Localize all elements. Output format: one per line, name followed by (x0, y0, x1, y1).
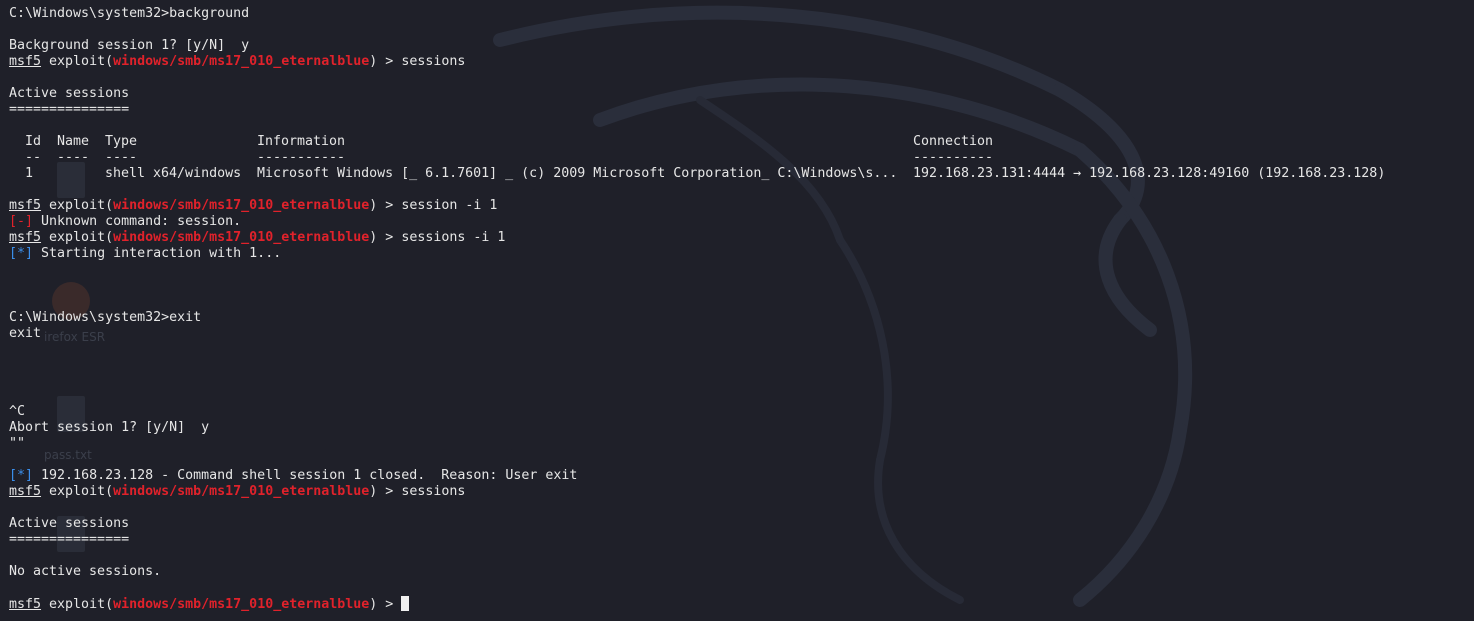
sessions-table-header: Id Name Type Information Connection (9, 134, 1385, 150)
msf-prompt-line: msf5 exploit(windows/smb/ms17_010_eterna… (9, 484, 466, 499)
msf-prompt-line: msf5 exploit(windows/smb/ms17_010_eterna… (9, 198, 498, 213)
command-text: session -i 1 (401, 198, 498, 213)
col-information: Information (257, 134, 346, 149)
info-line: [*] 192.168.23.128 - Command shell sessi… (9, 468, 578, 483)
col-id: Id (25, 134, 42, 149)
col-type: Type (105, 134, 138, 149)
output-line: exit (9, 326, 42, 341)
table-row: 1 shell x64/windows Microsoft Windows [_ 6… (9, 166, 1385, 182)
error-tag: [-] (9, 214, 34, 229)
col-connection: Connection (913, 134, 994, 149)
section-underline: =============== (9, 532, 130, 547)
terminal-output: C:\Windows\system32>background Backgroun… (9, 6, 1385, 612)
output-line: No active sessions. (9, 564, 162, 579)
info-tag: [*] (9, 246, 34, 261)
output-line: C:\Windows\system32>background (9, 6, 250, 21)
command-text: sessions (401, 54, 466, 69)
info-tag: [*] (9, 468, 34, 483)
error-line: [-] Unknown command: session. (9, 214, 242, 229)
sessions-table-underline: -- ---- ---- ----------- ---------- (25, 150, 994, 165)
section-underline: =============== (9, 102, 130, 117)
cell-type: shell x64/windows (105, 166, 242, 181)
output-line: ^C (9, 404, 26, 419)
cell-connection: 192.168.23.131:4444 → 192.168.23.128:491… (913, 166, 1386, 181)
output-line: Background session 1? [y/N] y (9, 38, 250, 53)
section-heading: Active sessions (9, 516, 130, 531)
section-heading: Active sessions (9, 86, 130, 101)
output-line: "" (9, 436, 26, 451)
cell-id: 1 (25, 166, 34, 181)
text-cursor[interactable] (401, 596, 410, 611)
cell-information: Microsoft Windows [_ 6.1.7601] _ (c) 200… (257, 166, 898, 181)
msf-label: msf5 (9, 54, 42, 69)
msf-prompt-line-active[interactable]: msf5 exploit(windows/smb/ms17_010_eterna… (9, 596, 1385, 612)
command-text: sessions (401, 484, 466, 499)
msf-prompt-line: msf5 exploit(windows/smb/ms17_010_eterna… (9, 230, 506, 245)
output-line: C:\Windows\system32>exit (9, 310, 202, 325)
info-line: [*] Starting interaction with 1... (9, 246, 282, 261)
col-name: Name (57, 134, 90, 149)
command-text: sessions -i 1 (401, 230, 506, 245)
module-name: windows/smb/ms17_010_eternalblue (113, 54, 370, 69)
output-line: Abort session 1? [y/N] y (9, 420, 210, 435)
terminal-window[interactable]: irefox ESR pass.txt C:\Windows\system32>… (0, 0, 1474, 621)
msf-prompt-line: msf5 exploit(windows/smb/ms17_010_eterna… (9, 54, 466, 69)
